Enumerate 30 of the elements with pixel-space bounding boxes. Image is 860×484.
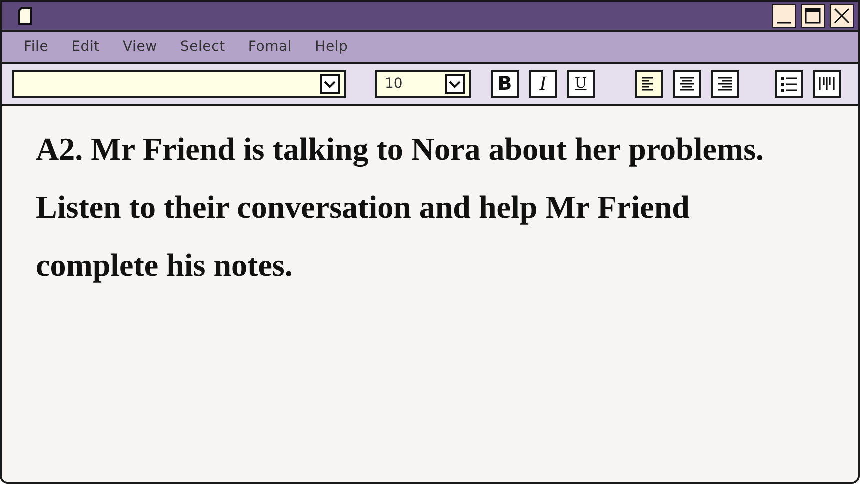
menu-item[interactable]: File	[22, 39, 51, 55]
paragraph: A2. Mr Friend is talking to Nora about her problems. Listen to their conversation and help Mr Friend complete his notes.	[36, 130, 766, 285]
maximize-icon	[804, 7, 822, 25]
close-icon	[833, 7, 851, 25]
align-center-icon	[677, 74, 697, 94]
align-right-button[interactable]	[711, 70, 739, 98]
underline-button[interactable]: U	[567, 70, 595, 98]
menu-item[interactable]: Select	[178, 39, 228, 55]
size-field[interactable]: 10	[375, 70, 471, 98]
size-value: 10	[385, 76, 403, 92]
align-center-button[interactable]	[673, 70, 701, 98]
align-left-button[interactable]	[635, 70, 663, 98]
menu-item[interactable]: Edit	[70, 39, 102, 55]
dropdown-icon[interactable]	[445, 74, 465, 94]
bulleted-list-icon	[779, 74, 799, 94]
menu-item[interactable]: Help	[313, 39, 350, 55]
menu-item[interactable]: Fomal	[246, 39, 294, 55]
minimize-icon	[777, 22, 791, 24]
maximize-button[interactable]	[801, 4, 825, 28]
font-field[interactable]	[12, 70, 346, 98]
columns-button[interactable]	[813, 70, 841, 98]
minimize-button[interactable]	[772, 4, 796, 28]
align-right-icon	[715, 74, 735, 94]
menu-item[interactable]: View	[120, 39, 160, 55]
bulleted-list-button[interactable]	[775, 70, 803, 98]
bold-button[interactable]: B	[491, 70, 519, 98]
italic-button[interactable]: I	[529, 70, 557, 98]
dropdown-icon[interactable]	[320, 74, 340, 94]
close-button[interactable]	[830, 4, 854, 28]
document-icon	[18, 7, 32, 25]
